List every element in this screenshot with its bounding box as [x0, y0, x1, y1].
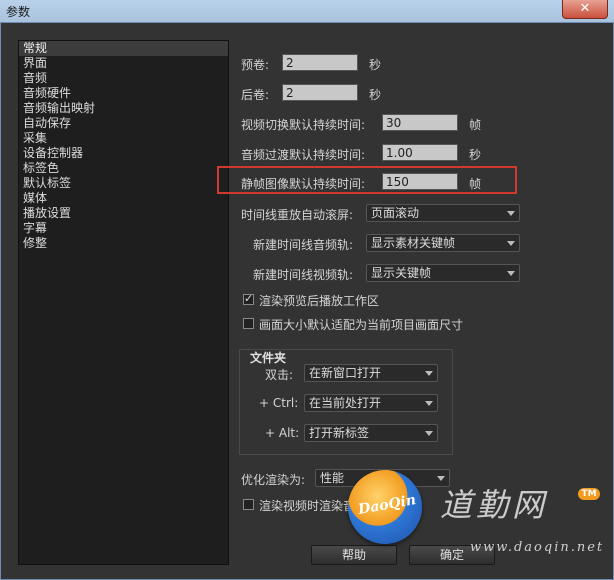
watermark-text: 道勤网 — [440, 486, 549, 524]
still-image-label: 静帧图像默认持续时间: — [241, 177, 366, 191]
new-video-track-label: 新建时间线视频轨: — [253, 268, 354, 282]
ctrl-label: + Ctrl: — [259, 396, 299, 410]
postroll-label: 后卷: — [241, 88, 270, 102]
still-image-field[interactable]: 150 — [382, 173, 458, 190]
alt-value: 打开新标签 — [309, 426, 370, 440]
chevron-down-icon — [425, 431, 433, 436]
window-title: 参数 — [6, 5, 31, 19]
sidebar-item[interactable]: 自动保存 — [19, 116, 228, 131]
sidebar-item[interactable]: 标签色 — [19, 161, 228, 176]
sidebar-item[interactable]: 音频硬件 — [19, 86, 228, 101]
preroll-label: 预卷: — [241, 58, 270, 72]
sidebar-item[interactable]: 设备控制器 — [19, 146, 228, 161]
category-list[interactable]: 常规 界面 音频 音频硬件 音频输出映射 自动保存 采集 设备控制器 标签色 默认标签 媒体 播放设置… — [18, 40, 229, 565]
postroll-unit: 秒 — [369, 88, 382, 102]
watermark-logo: DaoQin — [348, 470, 422, 544]
bins-title: 文件夹 — [250, 351, 287, 365]
new-audio-track-value: 显示素材关键帧 — [371, 236, 456, 250]
optimize-label: 优化渲染为: — [241, 473, 306, 487]
preroll-unit: 秒 — [369, 58, 382, 72]
timeline-scroll-value: 页面滚动 — [371, 206, 420, 220]
audio-transition-label: 音频过渡默认持续时间: — [241, 148, 366, 162]
help-button[interactable]: 帮助 — [311, 545, 397, 565]
watermark-logo-text: DaoQin — [357, 492, 418, 518]
scale-frame-checkbox[interactable] — [243, 318, 254, 329]
double-click-label: 双击: — [265, 368, 294, 382]
sidebar-item[interactable]: 修整 — [19, 236, 228, 251]
sidebar-item[interactable]: 采集 — [19, 131, 228, 146]
audio-transition-unit: 秒 — [469, 148, 482, 162]
new-video-track-value: 显示关键帧 — [371, 266, 432, 280]
audio-transition-field[interactable]: 1.00 — [382, 144, 458, 161]
new-video-track-select[interactable]: 显示关键帧 — [366, 264, 520, 282]
timeline-scroll-label: 时间线重放自动滚屏: — [241, 208, 354, 222]
ctrl-select[interactable]: 在当前处打开 — [304, 394, 438, 412]
sidebar-item[interactable]: 媒体 — [19, 191, 228, 206]
chevron-down-icon — [425, 401, 433, 406]
chevron-down-icon — [507, 211, 515, 216]
render-preview-label: 渲染预览后播放工作区 — [259, 294, 380, 308]
render-preview-checkbox[interactable]: ✓ — [243, 292, 254, 305]
video-transition-label: 视频切换默认持续时间: — [241, 118, 366, 132]
render-audio-checkbox[interactable] — [243, 499, 254, 510]
watermark-url: www.daoqin.net — [470, 540, 605, 555]
title-bar: 参数 ✕ — [0, 0, 614, 22]
close-icon: ✕ — [579, 1, 591, 16]
ctrl-value: 在当前处打开 — [309, 396, 382, 410]
sidebar-item[interactable]: 播放设置 — [19, 206, 228, 221]
sidebar-item[interactable]: 字幕 — [19, 221, 228, 236]
scale-frame-label: 画面大小默认适配为当前项目画面尺寸 — [259, 318, 464, 332]
double-click-value: 在新窗口打开 — [309, 366, 382, 380]
video-transition-field[interactable]: 30 — [382, 114, 458, 131]
sidebar-item[interactable]: 界面 — [19, 56, 228, 71]
sidebar-item[interactable]: 常规 — [19, 41, 228, 56]
postroll-field[interactable]: 2 — [282, 84, 358, 101]
close-button[interactable]: ✕ — [562, 0, 608, 19]
chevron-down-icon — [507, 241, 515, 246]
new-audio-track-select[interactable]: 显示素材关键帧 — [366, 234, 520, 252]
sidebar-item[interactable]: 音频 — [19, 71, 228, 86]
new-audio-track-label: 新建时间线音频轨: — [253, 238, 354, 252]
watermark-tm: TM — [578, 488, 600, 500]
alt-label: + Alt: — [265, 426, 300, 440]
optimize-value: 性能 — [320, 471, 345, 485]
video-transition-unit: 帧 — [469, 118, 482, 132]
chevron-down-icon — [425, 371, 433, 376]
chevron-down-icon — [507, 271, 515, 276]
sidebar-item[interactable]: 音频输出映射 — [19, 101, 228, 116]
checkmark-icon: ✓ — [244, 292, 254, 305]
still-image-unit: 帧 — [469, 177, 482, 191]
timeline-scroll-select[interactable]: 页面滚动 — [366, 204, 520, 222]
sidebar-item[interactable]: 默认标签 — [19, 176, 228, 191]
preroll-field[interactable]: 2 — [282, 54, 358, 71]
alt-select[interactable]: 打开新标签 — [304, 424, 438, 442]
double-click-select[interactable]: 在新窗口打开 — [304, 364, 438, 382]
